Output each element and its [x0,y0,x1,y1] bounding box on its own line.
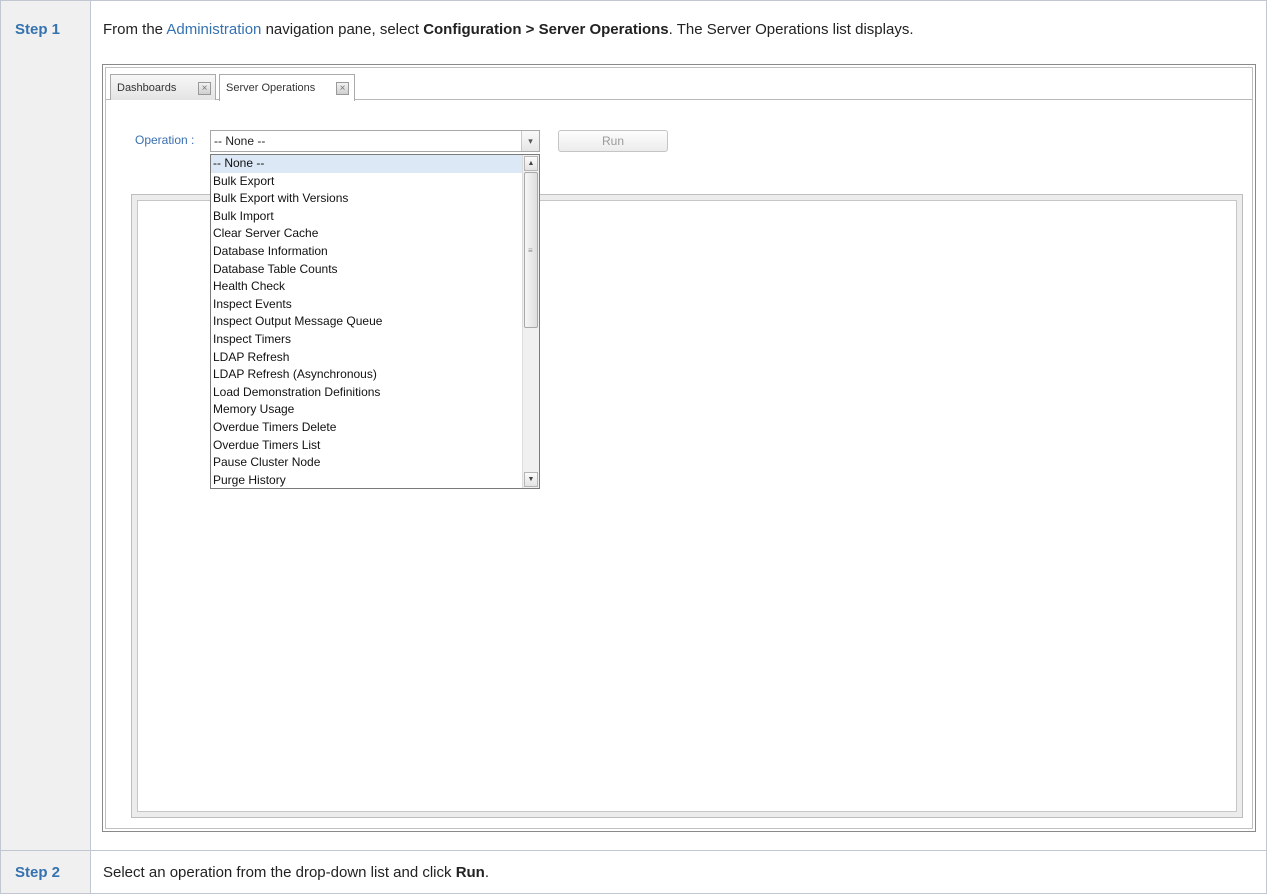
dropdown-option[interactable]: Database Table Counts [211,261,522,279]
instruction-text: From the [103,21,167,38]
tab-server-operations[interactable]: Server Operations × [219,74,355,101]
grip-icon: ≡ [528,246,533,255]
dropdown-options: -- None -- Bulk Export Bulk Export with Ve… [211,155,522,488]
operation-dropdown-list[interactable]: -- None -- Bulk Export Bulk Export with Ve… [210,154,540,489]
step-label: Step 1 [15,21,61,38]
dropdown-option[interactable]: Clear Server Cache [211,225,522,243]
dropdown-option[interactable]: Database Information [211,243,522,261]
administration-link[interactable]: Administration [166,21,261,38]
tab-label: Dashboards [117,82,177,94]
run-button[interactable]: Run [558,130,668,152]
scroll-up-icon[interactable]: ▲ [524,156,538,171]
instruction-bold: Configuration > Server Operations [423,21,669,38]
server-operations-screenshot: Dashboards × Server Operations × Operati… [102,64,1256,832]
instruction-text: . [484,864,490,881]
operation-label: Operation : [135,133,195,147]
dropdown-option[interactable]: Inspect Events [211,296,522,314]
dropdown-option[interactable]: Inspect Output Message Queue [211,313,522,331]
step-cell: Step 2 [1,851,91,893]
steps-table: Step 1 From the Administration navigatio… [0,0,1267,894]
operation-select-value: -- None -- [214,134,266,148]
dropdown-option[interactable]: Overdue Timers List [211,437,522,455]
step-label: Step 2 [15,864,61,881]
instruction-bold: Run [455,864,485,881]
scroll-down-icon[interactable]: ▼ [524,472,538,487]
close-icon[interactable]: × [198,82,211,95]
step-instruction: Select an operation from the drop-down l… [103,864,489,881]
step-row-2: Step 2 Select an operation from the drop… [0,850,1267,894]
dropdown-option[interactable]: Bulk Import [211,208,522,226]
dropdown-scrollbar[interactable]: ▲ ≡ ▼ [522,155,539,488]
instruction-text: navigation pane, select [261,21,424,38]
dropdown-option[interactable]: Bulk Export [211,173,522,191]
instruction-text: Select an operation from the drop-down l… [103,864,456,881]
tab-label: Server Operations [226,82,316,94]
dropdown-option[interactable]: Purge History [211,472,522,488]
dropdown-option[interactable]: Memory Usage [211,401,522,419]
step-row-1: Step 1 From the Administration navigatio… [0,0,1267,851]
dropdown-option[interactable]: LDAP Refresh (Asynchronous) [211,366,522,384]
step-instruction: From the Administration navigation pane,… [103,21,913,38]
step-content: Select an operation from the drop-down l… [91,851,1266,893]
instruction-text: . The Server Operations list displays. [668,21,914,38]
dropdown-option[interactable]: Pause Cluster Node [211,454,522,472]
dropdown-option[interactable]: LDAP Refresh [211,349,522,367]
dropdown-option[interactable]: Bulk Export with Versions [211,190,522,208]
dropdown-option[interactable]: Health Check [211,278,522,296]
dropdown-option[interactable]: Load Demonstration Definitions [211,384,522,402]
chevron-down-icon[interactable]: ▾ [521,131,539,151]
tab-bar: Dashboards × Server Operations × [106,68,1252,101]
dropdown-option[interactable]: Inspect Timers [211,331,522,349]
dropdown-option[interactable]: -- None -- [211,155,522,173]
scroll-thumb[interactable]: ≡ [524,172,538,328]
step-content: From the Administration navigation pane,… [91,1,1266,850]
close-icon[interactable]: × [336,82,349,95]
dropdown-option[interactable]: Overdue Timers Delete [211,419,522,437]
tab-dashboards[interactable]: Dashboards × [110,74,216,100]
step-cell: Step 1 [1,1,91,850]
operation-select[interactable]: -- None -- ▾ [210,130,540,152]
screenshot-frame: Dashboards × Server Operations × Operati… [105,67,1253,829]
